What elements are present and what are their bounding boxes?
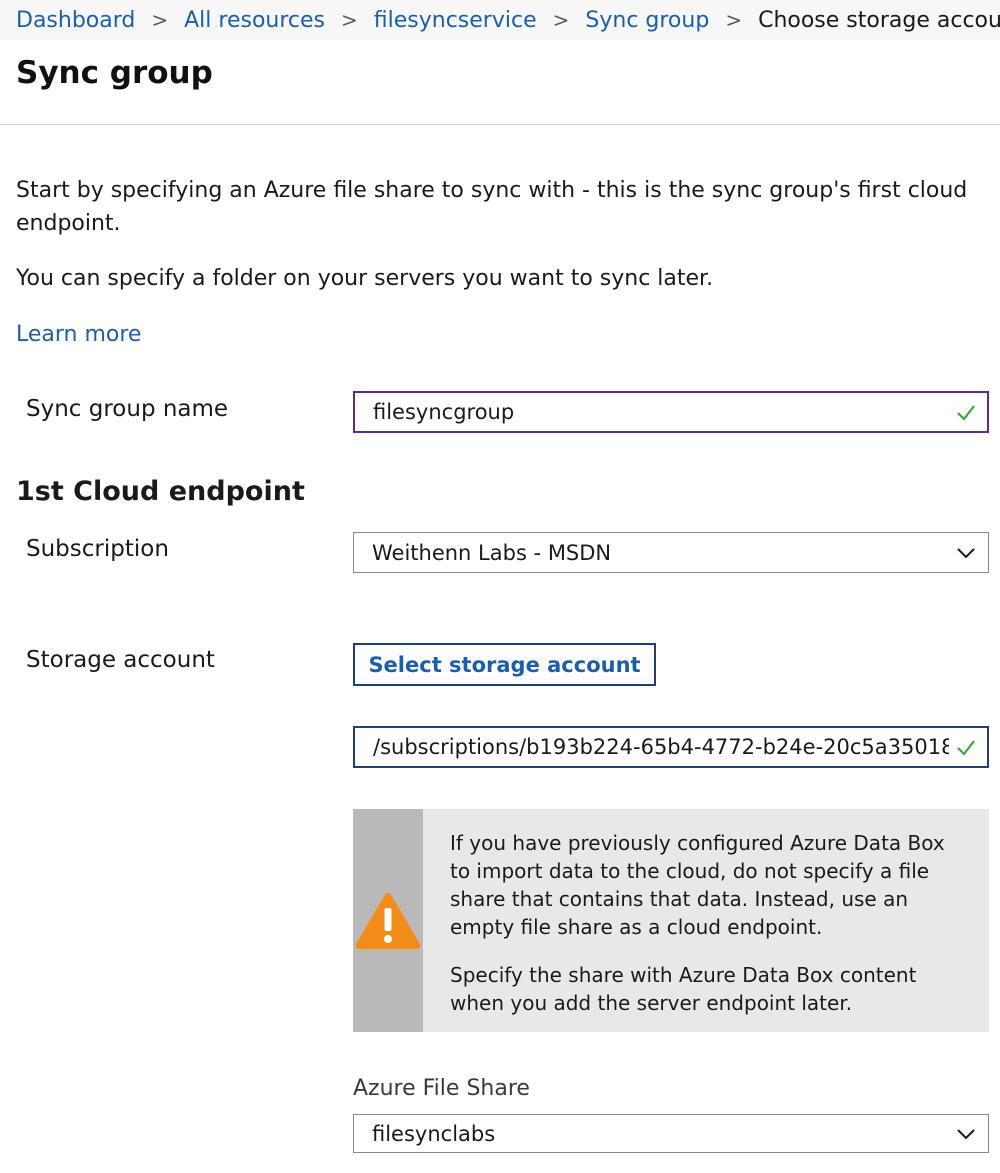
learn-more-link[interactable]: Learn more bbox=[16, 318, 141, 351]
azure-file-share-label: Azure File Share bbox=[353, 1076, 530, 1101]
azure-file-share-value: filesynclabs bbox=[372, 1121, 496, 1146]
storage-account-label: Storage account bbox=[26, 647, 215, 673]
subscription-value: Weithenn Labs - MSDN bbox=[372, 540, 612, 565]
warning-icon bbox=[355, 892, 421, 949]
warning-icon-panel bbox=[353, 809, 423, 1032]
chevron-right-icon: > bbox=[725, 8, 743, 32]
subscription-dropdown[interactable]: Weithenn Labs - MSDN bbox=[353, 532, 989, 573]
intro-text: Start by specifying an Azure file share … bbox=[16, 178, 968, 236]
page: Dashboard > All resources > filesyncserv… bbox=[0, 0, 1000, 1173]
check-icon bbox=[957, 740, 975, 756]
cloud-endpoint-heading: 1st Cloud endpoint bbox=[16, 476, 305, 507]
check-icon bbox=[957, 405, 975, 421]
warning-text: If you have previously configured Azure … bbox=[423, 809, 989, 1032]
chevron-right-icon: > bbox=[151, 8, 169, 32]
page-title: Sync group bbox=[16, 55, 213, 91]
breadcrumb-sync-group[interactable]: Sync group bbox=[585, 8, 709, 33]
select-storage-account-button[interactable]: Select storage account bbox=[353, 643, 656, 686]
warning-paragraph-1: If you have previously configured Azure … bbox=[450, 831, 945, 939]
breadcrumb-filesyncservice[interactable]: filesyncservice bbox=[374, 8, 537, 33]
breadcrumb-all-resources[interactable]: All resources bbox=[184, 8, 325, 33]
data-box-warning: If you have previously configured Azure … bbox=[353, 809, 989, 1032]
title-divider bbox=[0, 124, 1000, 125]
chevron-right-icon: > bbox=[341, 8, 358, 32]
chevron-down-icon bbox=[957, 547, 975, 558]
subscription-label: Subscription bbox=[26, 536, 169, 562]
sync-group-name-input[interactable]: filesyncgroup bbox=[353, 391, 989, 433]
warning-paragraph-2: Specify the share with Azure Data Box co… bbox=[450, 963, 917, 1015]
sync-group-name-value: filesyncgroup bbox=[373, 400, 515, 424]
breadcrumb-current: Choose storage account bbox=[758, 7, 1000, 33]
storage-account-input[interactable]: /subscriptions/b193b224-65b4-4772-b24e-2… bbox=[353, 726, 989, 768]
azure-file-share-dropdown[interactable]: filesynclabs bbox=[353, 1114, 989, 1153]
sync-group-name-label: Sync group name bbox=[26, 396, 229, 422]
chevron-down-icon bbox=[957, 1128, 975, 1139]
storage-account-value: /subscriptions/b193b224-65b4-4772-b24e-2… bbox=[373, 735, 949, 759]
intro-text-secondary: You can specify a folder on your servers… bbox=[16, 266, 714, 291]
breadcrumb-dashboard[interactable]: Dashboard bbox=[16, 8, 135, 33]
chevron-right-icon: > bbox=[552, 8, 570, 32]
breadcrumb: Dashboard > All resources > filesyncserv… bbox=[0, 0, 1000, 40]
